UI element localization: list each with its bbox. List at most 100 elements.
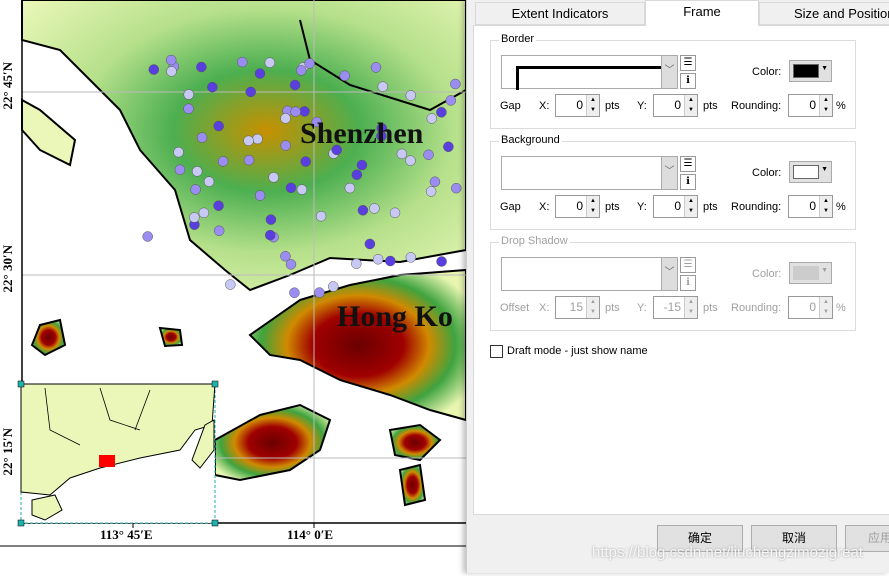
spin-arrows-icon[interactable]: ▲ ▼ — [684, 196, 697, 217]
draft-mode-label: Draft mode - just show name — [507, 345, 648, 357]
background-color-picker[interactable]: ▼ — [789, 161, 832, 183]
percent-label: % — [836, 302, 846, 314]
units-label: pts — [605, 302, 620, 314]
station-marker — [443, 141, 454, 153]
station-marker — [217, 156, 229, 167]
station-marker — [254, 190, 266, 201]
background-symbol-combo[interactable]: ﹀ — [501, 156, 678, 190]
symbol-selector-icon[interactable]: ☰ — [680, 257, 696, 273]
dropdown-arrow-icon: ▼ — [821, 166, 828, 173]
station-marker — [265, 214, 277, 225]
shadow-y-spinner[interactable]: -15 ▲ ▼ — [653, 296, 698, 319]
station-marker — [314, 287, 325, 298]
station-marker — [165, 54, 177, 66]
y-label: Y: — [637, 201, 647, 213]
station-marker — [451, 182, 462, 194]
selection-handle[interactable] — [211, 519, 219, 527]
border-x-spinner[interactable]: 0 ▲ ▼ — [555, 94, 600, 117]
ok-button[interactable]: 确定 — [657, 525, 743, 552]
shadow-title: Drop Shadow — [499, 235, 570, 247]
symbol-properties-icon[interactable]: ℹ — [680, 174, 696, 190]
station-marker — [436, 107, 447, 118]
background-rounding-spinner[interactable]: 0 ▲ ▼ — [788, 195, 833, 218]
shadow-x-spinner[interactable]: 15 ▲ ▼ — [555, 296, 600, 319]
symbol-properties-icon[interactable]: ℹ — [680, 73, 696, 89]
selection-handle[interactable] — [211, 380, 219, 388]
x-label: X: — [539, 100, 550, 112]
station-marker — [357, 205, 369, 216]
cancel-button[interactable]: 取消 — [751, 525, 837, 552]
chevron-down-icon[interactable]: ﹀ — [661, 258, 677, 290]
shadow-symbol-combo[interactable]: ﹀ — [501, 257, 678, 291]
border-symbol-combo[interactable]: ﹀ — [501, 55, 678, 90]
station-marker — [198, 207, 210, 219]
station-marker — [370, 62, 382, 73]
spin-arrows-icon[interactable]: ▲ ▼ — [819, 95, 832, 116]
color-swatch — [793, 266, 819, 280]
background-y-spinner[interactable]: 0 ▲ ▼ — [653, 195, 698, 218]
tab-size-and-position[interactable]: Size and Position — [759, 2, 889, 25]
station-marker — [372, 254, 384, 265]
station-marker — [290, 106, 301, 117]
frame-tab-page: Border ﹀ ☰ ℹ Color: ▼ Gap X: 0 ▲ ▼ pts Y: … — [473, 25, 889, 515]
spin-arrows-icon[interactable]: ▲ ▼ — [586, 196, 599, 217]
spin-arrows-icon[interactable]: ▲ ▼ — [586, 95, 599, 116]
station-marker — [237, 56, 248, 68]
apply-button[interactable]: 应用 — [845, 525, 889, 552]
station-marker — [289, 79, 301, 91]
draft-mode-checkbox[interactable] — [490, 345, 503, 358]
spin-arrows-icon[interactable]: ▲ ▼ — [819, 196, 832, 217]
chevron-down-icon[interactable]: ﹀ — [661, 157, 677, 189]
symbol-properties-icon[interactable]: ℹ — [680, 275, 696, 291]
dropdown-arrow-icon: ▼ — [821, 267, 828, 274]
station-marker — [377, 81, 389, 92]
map-view[interactable]: 22° 45′N 22° 30′N 22° 15′N 113° 45′E 114… — [0, 0, 470, 573]
station-marker — [148, 64, 160, 75]
x-label: X: — [539, 302, 550, 314]
selection-handle[interactable] — [17, 519, 25, 527]
selection-handle[interactable] — [17, 380, 25, 388]
station-marker — [344, 182, 356, 194]
station-marker — [385, 255, 396, 267]
spin-arrows-icon[interactable]: ▲ ▼ — [684, 95, 697, 116]
rounding-label: Rounding: — [731, 302, 782, 314]
station-marker — [356, 159, 368, 171]
station-marker — [207, 81, 218, 93]
units-label: pts — [605, 201, 620, 213]
tab-frame[interactable]: Frame — [645, 0, 759, 26]
symbol-selector-icon[interactable]: ☰ — [680, 55, 696, 71]
border-rounding-spinner[interactable]: 0 ▲ ▼ — [788, 94, 833, 117]
station-marker — [364, 238, 376, 250]
station-marker — [445, 95, 457, 106]
station-marker — [245, 86, 256, 98]
station-marker — [299, 106, 310, 117]
place-label-hongkong: Hong Ko — [337, 300, 453, 333]
station-marker — [243, 154, 255, 166]
background-x-spinner[interactable]: 0 ▲ ▼ — [555, 195, 600, 218]
station-marker — [315, 210, 327, 222]
spin-arrows-icon[interactable]: ▲ ▼ — [684, 297, 697, 318]
station-marker — [189, 212, 200, 223]
symbol-selector-icon[interactable]: ☰ — [680, 156, 696, 172]
lat-label: 22° 30′N — [0, 245, 15, 293]
place-label-shenzhen: Shenzhen — [300, 117, 424, 150]
spin-arrows-icon[interactable]: ▲ ▼ — [586, 297, 599, 318]
lat-label: 22° 45′N — [0, 62, 15, 110]
station-marker — [296, 184, 308, 195]
spin-arrows-icon[interactable]: ▲ ▼ — [819, 297, 832, 318]
station-marker — [183, 103, 194, 114]
station-marker — [190, 184, 201, 195]
y-label: Y: — [637, 100, 647, 112]
chevron-down-icon[interactable]: ﹀ — [661, 56, 677, 88]
lon-label: 113° 45′E — [100, 527, 153, 542]
border-color-picker[interactable]: ▼ — [789, 60, 832, 82]
station-marker — [300, 156, 311, 167]
island — [398, 463, 427, 507]
station-marker — [328, 281, 339, 292]
shadow-color-picker[interactable]: ▼ — [789, 262, 832, 284]
border-y-spinner[interactable]: 0 ▲ ▼ — [653, 94, 698, 117]
station-marker — [268, 172, 279, 183]
units-label: pts — [703, 302, 718, 314]
tab-extent-indicators[interactable]: Extent Indicators — [475, 2, 645, 25]
shadow-rounding-spinner[interactable]: 0 ▲ ▼ — [788, 296, 833, 319]
